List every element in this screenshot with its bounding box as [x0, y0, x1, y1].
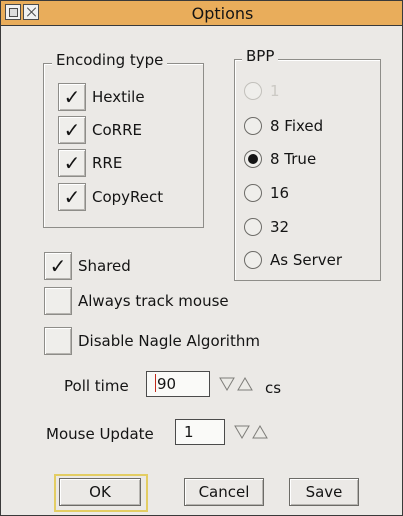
bpp-option-label: 1: [270, 82, 280, 100]
check-mark-icon: ✓: [63, 85, 81, 109]
bpp-option-label: 8 True: [270, 150, 317, 168]
mouse-update-value: 1: [184, 423, 194, 441]
rre-checkbox-row[interactable]: ✓ RRE: [58, 149, 122, 177]
disable-nagle-label: Disable Nagle Algorithm: [78, 332, 260, 350]
check-mark-icon: ✓: [63, 151, 81, 175]
bpp-option-16[interactable]: 16: [244, 180, 289, 206]
bpp-option-as-server[interactable]: As Server: [244, 247, 342, 273]
corre-checkbox-row[interactable]: ✓ CoRRE: [58, 116, 142, 144]
options-window: Options Encoding type ✓ Hextile ✓ CoRRE …: [0, 0, 403, 516]
shared-label: Shared: [78, 257, 131, 275]
window-title: Options: [191, 4, 254, 23]
rre-checkbox[interactable]: ✓: [58, 149, 86, 177]
bpp-option-label: 16: [270, 184, 290, 202]
title-bar[interactable]: Options: [1, 1, 402, 26]
back-icon[interactable]: [5, 4, 21, 20]
hextile-checkbox-row[interactable]: ✓ Hextile: [58, 83, 145, 111]
radio-button[interactable]: [244, 82, 262, 100]
check-mark-icon: ✓: [63, 185, 81, 209]
check-mark-icon: ✓: [49, 254, 67, 278]
cancel-button[interactable]: Cancel: [184, 478, 264, 506]
shared-checkbox[interactable]: ✓: [44, 252, 72, 280]
copyrect-checkbox-row[interactable]: ✓ CopyRect: [58, 183, 163, 211]
poll-time-input[interactable]: 90: [146, 371, 210, 397]
bpp-option-32[interactable]: 32: [244, 214, 289, 240]
bpp-label: BPP: [242, 47, 279, 65]
encoding-type-label: Encoding type: [52, 51, 168, 69]
corre-label: CoRRE: [92, 121, 142, 139]
mouse-update-stepper[interactable]: [234, 424, 268, 440]
hextile-checkbox[interactable]: ✓: [58, 83, 86, 111]
disable-nagle-checkbox[interactable]: [44, 327, 72, 355]
close-icon[interactable]: [23, 4, 39, 20]
radio-button[interactable]: [244, 251, 262, 269]
hextile-label: Hextile: [92, 88, 145, 106]
shared-checkbox-row[interactable]: ✓ Shared: [44, 252, 131, 280]
bpp-option-8-true[interactable]: 8 True: [244, 146, 316, 172]
save-button[interactable]: Save: [289, 478, 359, 506]
text-caret: [155, 374, 156, 392]
radio-button[interactable]: [244, 184, 262, 202]
bpp-option-label: 8 Fixed: [270, 117, 324, 135]
poll-time-label: Poll time: [64, 377, 129, 395]
ok-button[interactable]: OK: [59, 478, 141, 506]
decrement-arrow-icon[interactable]: [219, 376, 235, 392]
mouse-update-input[interactable]: 1: [175, 419, 225, 445]
check-mark-icon: ✓: [63, 118, 81, 142]
increment-arrow-icon[interactable]: [237, 376, 253, 392]
poll-time-value: 90: [157, 375, 177, 393]
bpp-option-label: As Server: [270, 251, 343, 269]
always-track-mouse-row[interactable]: Always track mouse: [44, 287, 229, 315]
corre-checkbox[interactable]: ✓: [58, 116, 86, 144]
radio-button-selected[interactable]: [244, 150, 262, 168]
always-track-mouse-label: Always track mouse: [78, 292, 229, 310]
always-track-mouse-checkbox[interactable]: [44, 287, 72, 315]
mouse-update-label: Mouse Update: [46, 425, 154, 443]
bpp-option-8-fixed[interactable]: 8 Fixed: [244, 113, 323, 139]
decrement-arrow-icon[interactable]: [234, 424, 250, 440]
radio-button[interactable]: [244, 218, 262, 236]
copyrect-label: CopyRect: [92, 188, 164, 206]
disable-nagle-row[interactable]: Disable Nagle Algorithm: [44, 327, 260, 355]
copyrect-checkbox[interactable]: ✓: [58, 183, 86, 211]
bpp-option-label: 32: [270, 218, 290, 236]
poll-time-stepper[interactable]: [219, 376, 253, 392]
poll-time-unit: cs: [265, 379, 282, 397]
bpp-option-1[interactable]: 1: [244, 78, 280, 104]
increment-arrow-icon[interactable]: [252, 424, 268, 440]
rre-label: RRE: [92, 154, 123, 172]
radio-button[interactable]: [244, 117, 262, 135]
